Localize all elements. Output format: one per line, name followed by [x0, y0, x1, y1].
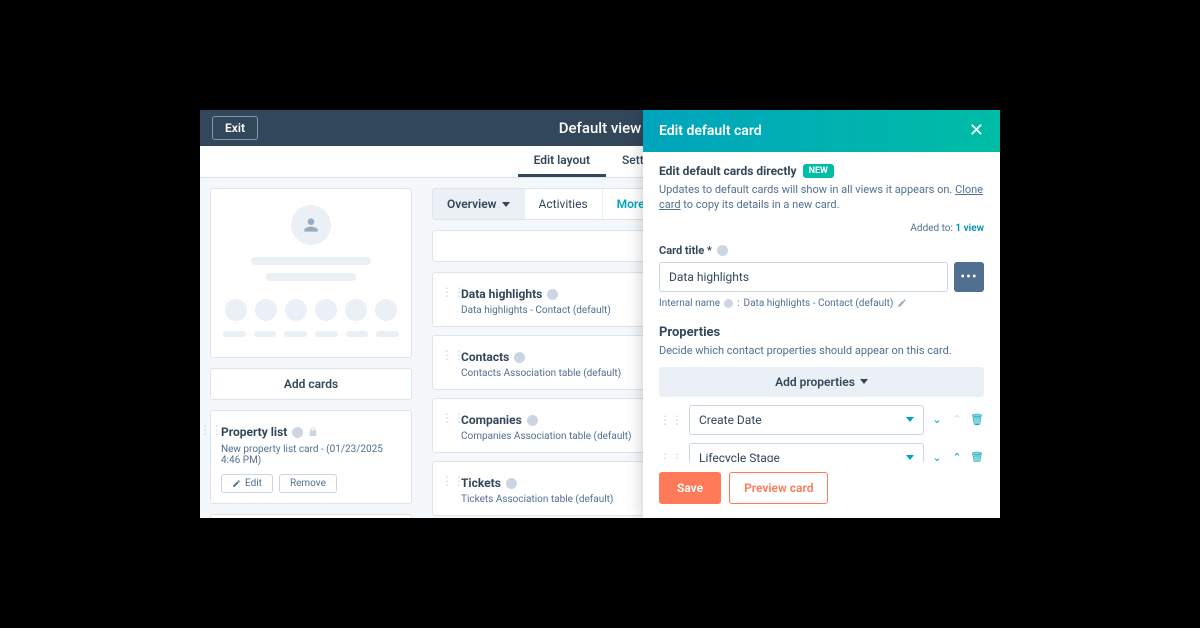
info-icon	[514, 352, 525, 363]
skeleton-line	[346, 331, 369, 337]
save-button[interactable]: Save	[659, 472, 721, 504]
info-icon	[292, 427, 303, 438]
drag-handle-icon[interactable]: ⋮⋮	[441, 474, 465, 488]
lock-icon	[308, 427, 318, 437]
property-select[interactable]: Create Date	[689, 405, 924, 435]
pencil-icon	[232, 479, 241, 488]
tab-overview[interactable]: Overview	[433, 189, 525, 219]
drawer-header: Edit default card ✕	[643, 110, 1000, 152]
internal-name-value: Data highlights - Contact (default)	[744, 298, 894, 309]
properties-heading: Properties	[659, 325, 984, 340]
edit-card-drawer: Edit default card ✕ Edit default cards d…	[643, 110, 1000, 518]
edit-button[interactable]: Edit	[221, 474, 273, 493]
skeleton-line	[251, 257, 371, 265]
drag-handle-icon[interactable]: ⋮⋮	[441, 411, 465, 425]
move-up-icon[interactable]: ⌃	[950, 451, 964, 462]
card-title: Data highlights	[461, 287, 542, 301]
banner-text: Updates to default cards will show in al…	[659, 182, 984, 213]
remove-button[interactable]: Remove	[279, 474, 337, 493]
card-title-label: Card title *	[659, 244, 712, 257]
tab-activities[interactable]: Activities	[525, 189, 603, 219]
skeleton-circle	[255, 299, 277, 321]
profile-skeleton	[210, 188, 412, 358]
caret-down-icon	[906, 417, 914, 422]
skeleton-line	[315, 331, 338, 337]
drag-handle-icon[interactable]: ⋮⋮	[200, 423, 223, 437]
skeleton-line	[376, 331, 399, 337]
new-badge: NEW	[803, 164, 834, 178]
delete-icon[interactable]: 🗑	[970, 413, 984, 426]
caret-down-icon	[906, 455, 914, 460]
drag-handle-icon[interactable]: ⋮⋮	[441, 285, 465, 299]
skeleton-circle	[285, 299, 307, 321]
skeleton-circle	[345, 299, 367, 321]
skeleton-line	[223, 331, 246, 337]
view-title: Default view	[559, 119, 642, 137]
more-actions-button[interactable]: •••	[954, 262, 984, 292]
skeleton-line	[254, 331, 277, 337]
tab-edit-layout[interactable]: Edit layout	[518, 146, 606, 177]
caret-down-icon	[860, 379, 868, 384]
side-card-about-contact[interactable]: ⋮⋮ About this contact About this contact…	[210, 514, 412, 518]
card-title-input[interactable]	[659, 262, 948, 292]
info-icon	[724, 299, 733, 308]
info-icon	[547, 289, 558, 300]
preview-card-button[interactable]: Preview card	[729, 472, 828, 504]
move-up-icon[interactable]: ⌃	[950, 413, 964, 426]
side-card-desc: New property list card - (01/23/2025 4:4…	[221, 444, 401, 466]
skeleton-line	[266, 273, 356, 281]
add-cards-left[interactable]: Add cards	[210, 368, 412, 400]
card-title: Tickets	[461, 476, 501, 490]
properties-desc: Decide which contact properties should a…	[659, 344, 984, 357]
pencil-icon[interactable]	[897, 298, 907, 308]
added-to-label: Added to:	[910, 223, 955, 234]
exit-button[interactable]: Exit	[212, 116, 258, 140]
avatar-placeholder	[291, 205, 331, 245]
internal-name-label: Internal name	[659, 298, 720, 309]
move-down-icon[interactable]: ⌄	[930, 413, 944, 426]
add-properties-button[interactable]: Add properties	[659, 367, 984, 397]
card-title: Contacts	[461, 350, 509, 364]
skeleton-circle	[225, 299, 247, 321]
added-to-link[interactable]: 1 view	[955, 223, 984, 234]
drawer-title: Edit default card	[659, 123, 762, 139]
property-select[interactable]: Lifecycle Stage	[689, 443, 924, 462]
property-row: ⋮⋮ Create Date ⌄ ⌃ 🗑	[659, 405, 984, 435]
skeleton-circle	[375, 299, 397, 321]
move-down-icon[interactable]: ⌄	[930, 451, 944, 462]
property-row: ⋮⋮ Lifecycle Stage ⌄ ⌃ 🗑	[659, 443, 984, 462]
drag-handle-icon[interactable]: ⋮⋮	[441, 348, 465, 362]
drawer-footer: Save Preview card	[643, 462, 1000, 518]
side-card-property-list[interactable]: ⋮⋮ Property list New property list card …	[210, 410, 412, 504]
info-icon	[527, 415, 538, 426]
left-column: Add cards ⋮⋮ Property list New property …	[200, 178, 422, 518]
close-icon[interactable]: ✕	[969, 122, 984, 140]
card-title: Companies	[461, 413, 522, 427]
drag-handle-icon[interactable]: ⋮⋮	[659, 451, 683, 462]
caret-down-icon	[502, 202, 510, 207]
banner-title: Edit default cards directly	[659, 164, 797, 178]
info-icon	[717, 245, 728, 256]
drag-handle-icon[interactable]: ⋮⋮	[659, 413, 683, 427]
delete-icon[interactable]: 🗑	[970, 451, 984, 462]
side-card-title: Property list	[221, 425, 287, 439]
skeleton-circle	[315, 299, 337, 321]
info-icon	[506, 478, 517, 489]
skeleton-line	[284, 331, 307, 337]
